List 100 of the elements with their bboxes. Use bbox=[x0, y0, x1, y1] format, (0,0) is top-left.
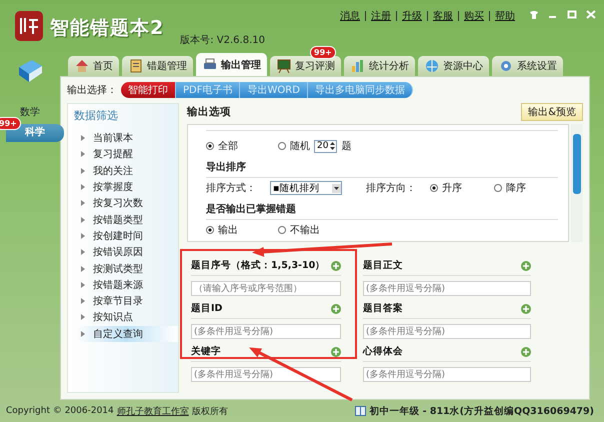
triangle-icon bbox=[81, 314, 85, 320]
dropdown-arrow-icon bbox=[332, 184, 341, 192]
output-option[interactable]: 智能打印 bbox=[121, 82, 176, 98]
query-label: 题目ID bbox=[191, 302, 222, 315]
triangle-icon bbox=[81, 168, 85, 174]
triangle-icon bbox=[81, 216, 85, 223]
input-field[interactable]: (多条件用逗号分隔) bbox=[363, 324, 531, 339]
filter-item[interactable]: 按复习次数 bbox=[74, 195, 178, 212]
plus-icon bbox=[331, 304, 341, 314]
seal-logo-icon bbox=[14, 10, 44, 42]
radio-label: 升序 bbox=[442, 182, 462, 195]
triangle-icon bbox=[81, 184, 85, 190]
top-link[interactable]: 消息 bbox=[340, 9, 360, 23]
radio-label: 随机 bbox=[290, 140, 310, 153]
nav-tab[interactable]: 系统设置 bbox=[492, 56, 563, 76]
input-field[interactable]: （请输入序号或序号范围） bbox=[191, 281, 341, 296]
plus-icon bbox=[331, 260, 341, 270]
count-badge: 99+ bbox=[310, 46, 336, 59]
triangle-icon bbox=[81, 151, 85, 158]
top-link[interactable]: 客服 bbox=[433, 9, 453, 23]
top-link[interactable]: 购买 bbox=[464, 9, 484, 23]
radio-button[interactable] bbox=[278, 142, 286, 150]
query-label: 题目答案 bbox=[363, 302, 403, 315]
plus-icon bbox=[521, 260, 531, 270]
studio-link[interactable]: 师孔子教育工作室 bbox=[116, 404, 189, 418]
triangle-icon bbox=[81, 266, 85, 272]
spin-arrows-icon bbox=[329, 141, 336, 151]
radio-label: 全部 bbox=[218, 140, 238, 153]
radio-label: 不输出 bbox=[290, 224, 320, 237]
radio-button[interactable] bbox=[430, 184, 438, 192]
input-field[interactable]: (多条件用逗号分隔) bbox=[191, 324, 341, 339]
filter-title: 数据筛选 bbox=[74, 108, 119, 123]
nav-tab[interactable]: 错题管理 bbox=[122, 56, 193, 76]
section-title: 输出选项 bbox=[187, 105, 231, 119]
top-link[interactable]: 升级 bbox=[402, 9, 422, 23]
triangle-icon bbox=[81, 298, 85, 304]
scroll-thumb[interactable] bbox=[573, 134, 581, 194]
section-heading: 导出排序 bbox=[206, 156, 558, 178]
triangle-icon bbox=[81, 330, 85, 337]
app-title: 智能错题本2 bbox=[50, 16, 164, 41]
filter-item[interactable]: 按测试类型 bbox=[74, 260, 178, 277]
radio-button[interactable] bbox=[278, 226, 286, 234]
triangle-icon bbox=[81, 232, 85, 239]
house-icon bbox=[74, 58, 90, 74]
field-label: 排序方式： bbox=[206, 182, 256, 195]
radio-label: 输出 bbox=[218, 224, 238, 237]
nav-tab[interactable]: 复习评测 bbox=[270, 56, 341, 76]
field-label: 排序方向： bbox=[366, 182, 416, 195]
filter-item[interactable]: 当前课本 bbox=[74, 130, 178, 146]
filter-item[interactable]: 按章节目录 bbox=[74, 292, 178, 310]
query-label: 题目正文 bbox=[363, 259, 403, 272]
clipboard-icon bbox=[128, 58, 144, 74]
filter-item[interactable]: 按错误原因 bbox=[74, 244, 178, 260]
triangle-icon bbox=[81, 282, 85, 288]
input-field[interactable]: (多条件用逗号分隔) bbox=[363, 367, 531, 382]
number-spinner[interactable]: 20 bbox=[314, 140, 338, 152]
preview-button[interactable]: 输出&预览 bbox=[521, 103, 583, 121]
maximize-icon bbox=[567, 10, 577, 19]
query-label: 题目序号（格式：1,5,3-10） bbox=[191, 259, 326, 272]
radio-button[interactable] bbox=[206, 226, 214, 234]
triangle-icon bbox=[81, 249, 85, 256]
radio-label: 降序 bbox=[506, 182, 526, 195]
output-select-label: 输出选择： bbox=[67, 84, 117, 97]
triangle-icon bbox=[81, 200, 85, 206]
plus-icon bbox=[331, 346, 341, 356]
version-label: 版本号: V2.6.8.10 bbox=[180, 34, 265, 47]
bar-chart-icon bbox=[350, 58, 366, 74]
globe-icon bbox=[424, 58, 440, 74]
board-icon bbox=[276, 58, 292, 74]
filter-item[interactable]: 按知识点 bbox=[74, 309, 178, 326]
filter-item[interactable]: 按掌握度 bbox=[74, 178, 178, 196]
nav-tab[interactable]: 输出管理 bbox=[196, 53, 267, 76]
scrollbar[interactable] bbox=[571, 124, 583, 242]
filter-item[interactable]: 按错题类型 bbox=[74, 211, 178, 228]
filter-item[interactable]: 按错题来源 bbox=[74, 276, 178, 293]
radio-button[interactable] bbox=[206, 142, 214, 150]
triangle-icon bbox=[81, 135, 85, 142]
query-label: 心得体会 bbox=[363, 345, 403, 358]
section-heading: 是否输出已掌握错题 bbox=[206, 198, 558, 220]
nav-tab[interactable]: 资源中心 bbox=[418, 56, 489, 76]
input-field[interactable]: (多条件用逗号分隔) bbox=[191, 367, 341, 382]
filter-item[interactable]: 按创建时间 bbox=[74, 228, 178, 244]
nav-tab[interactable]: 统计分析 bbox=[344, 56, 415, 76]
nav-tab[interactable]: 首页 bbox=[68, 56, 119, 76]
filter-item[interactable]: 我的关注 bbox=[74, 162, 178, 179]
query-label: 关键字 bbox=[191, 345, 221, 358]
copyright-text: Copyright © 2006-2014 bbox=[6, 406, 114, 416]
rights-text: 版权所有 bbox=[192, 406, 228, 418]
grade-text: 初中一年级 - 811水(方升益创编QQ316069479) bbox=[369, 404, 594, 418]
radio-button[interactable] bbox=[494, 184, 502, 192]
sort-dropdown[interactable]: ▪随机排列 bbox=[270, 181, 342, 195]
input-field[interactable]: (多条件用逗号分隔) bbox=[363, 281, 531, 296]
close-icon bbox=[586, 10, 596, 19]
shirt-icon bbox=[529, 10, 539, 19]
filter-item[interactable]: 复习提醒 bbox=[74, 146, 178, 163]
unit-label: 题 bbox=[341, 140, 352, 153]
plus-icon bbox=[521, 346, 531, 356]
plus-icon bbox=[521, 304, 531, 314]
top-link[interactable]: 帮助 bbox=[495, 9, 515, 23]
top-link[interactable]: 注册 bbox=[371, 9, 391, 23]
